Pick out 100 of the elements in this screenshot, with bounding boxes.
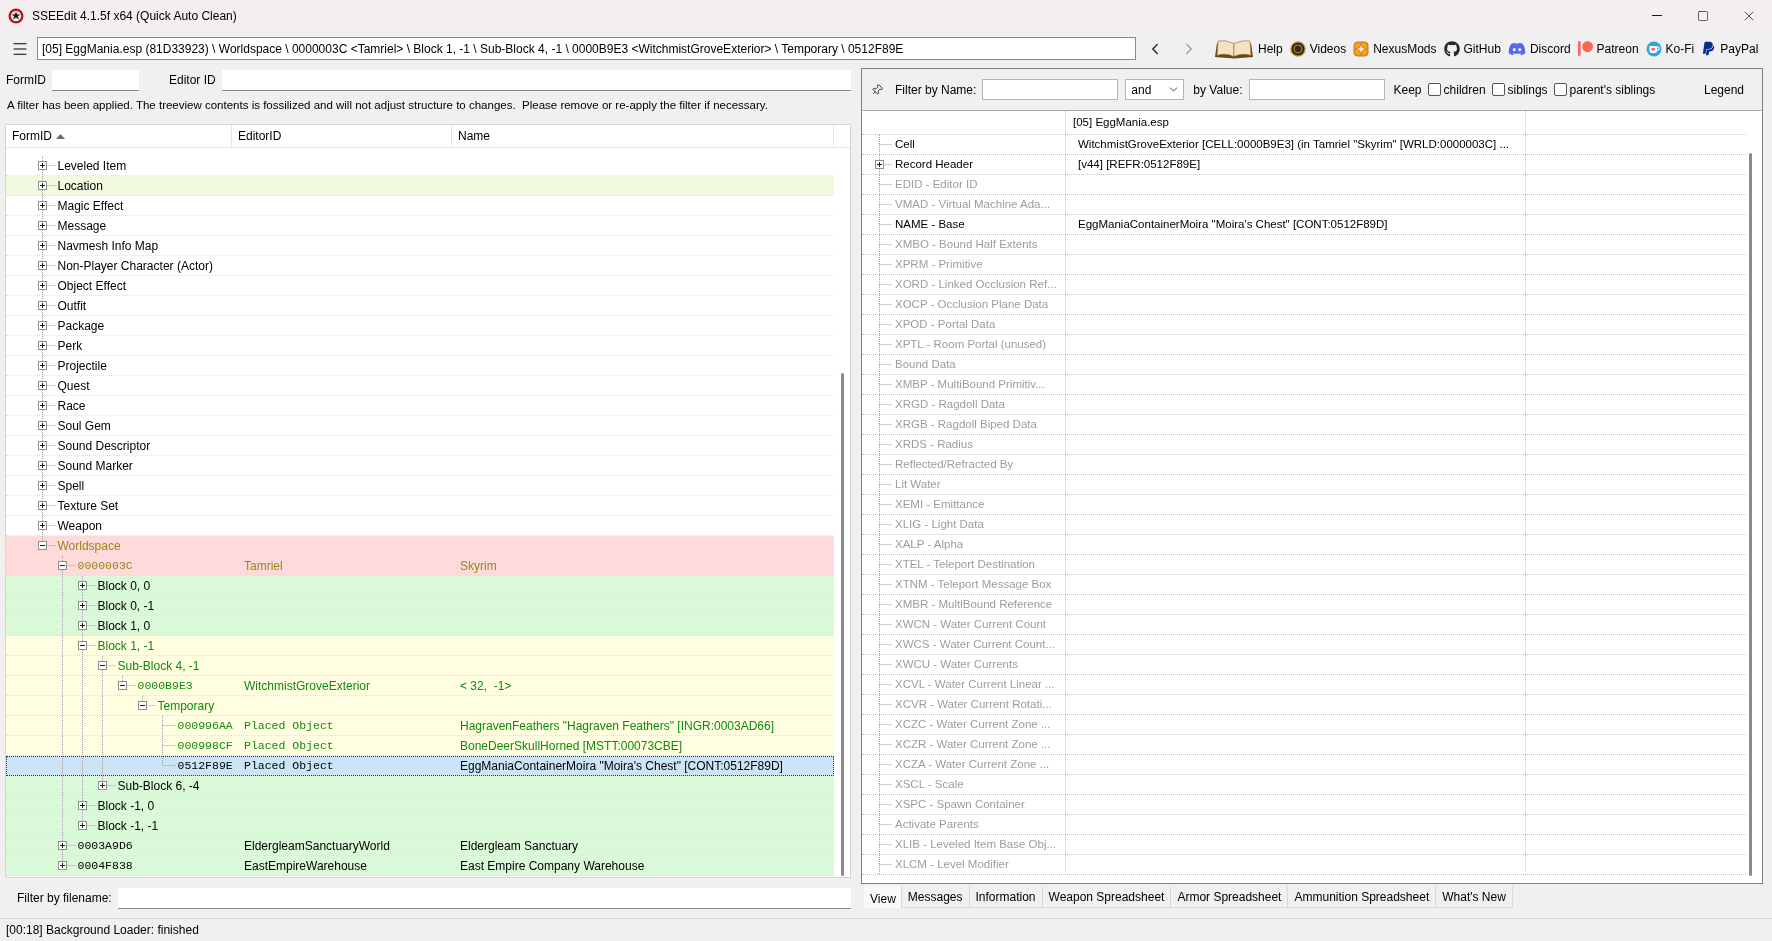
toolbar-link[interactable]: NexusMods xyxy=(1353,39,1437,58)
tree-row[interactable]: Object Effect xyxy=(6,276,834,296)
plus-box-icon[interactable] xyxy=(78,581,87,590)
column-header[interactable]: EditorID xyxy=(232,125,452,147)
tree-row[interactable]: Race xyxy=(6,396,834,416)
tree-item-label[interactable]: Sound Descriptor xyxy=(57,438,151,453)
plus-box-icon[interactable] xyxy=(38,501,47,510)
tree-item-label[interactable]: Race xyxy=(57,398,86,413)
tree-row[interactable]: 0000B9E3 WitchmistGroveExterior < 32, -1> xyxy=(6,676,834,696)
tree-item-label[interactable]: Block 0, -1 xyxy=(97,598,155,613)
plus-box-icon[interactable] xyxy=(875,160,884,169)
editor-id-field[interactable] xyxy=(221,69,851,91)
minus-box-icon[interactable] xyxy=(98,661,107,670)
toolbar-link[interactable]: Videos xyxy=(1289,39,1347,58)
tree-row[interactable]: 0512F89E Placed Object EggManiaContainerMoira "Moira's Chest" [CONT:0512F89D] xyxy=(6,756,834,776)
tree-item-label[interactable]: Soul Gem xyxy=(57,418,111,433)
plus-box-icon[interactable] xyxy=(38,481,47,490)
path-field[interactable]: [05] EggMania.esp (81D33923) \ Worldspace \ 0000003C <Tamriel> \ Block 1, -1 \ Sub-Block 4, -1 \ 0000B9E3 <WitchmistGroveExterior> \ Temporary \ 0512F89E xyxy=(37,37,1136,60)
tree-row[interactable]: Non-Player Character (Actor) xyxy=(6,256,834,276)
tree-item-label[interactable]: Block 1, 0 xyxy=(97,618,151,633)
tree-row[interactable]: Soul Gem xyxy=(6,416,834,436)
toolbar-link[interactable]: Help xyxy=(1214,38,1283,59)
tree-item-label[interactable]: Texture Set xyxy=(57,498,119,513)
plus-box-icon[interactable] xyxy=(38,441,47,450)
name-filter-field[interactable] xyxy=(982,79,1119,100)
minus-box-icon[interactable] xyxy=(58,561,67,570)
plus-box-icon[interactable] xyxy=(38,381,47,390)
plus-box-icon[interactable] xyxy=(78,601,87,610)
plus-box-icon[interactable] xyxy=(38,301,47,310)
tree-row[interactable]: Location xyxy=(6,176,834,196)
tree-item-label[interactable]: Block -1, -1 xyxy=(97,818,159,833)
minus-box-icon[interactable] xyxy=(118,681,127,690)
tree-item-label[interactable]: Package xyxy=(57,318,105,333)
tree-item-label[interactable]: Object Effect xyxy=(57,278,126,293)
toolbar-link[interactable]: Discord xyxy=(1507,39,1571,58)
toolbar-link[interactable]: PayPal xyxy=(1701,39,1759,58)
checkbox-label[interactable]: siblings xyxy=(1507,80,1548,99)
toolbar-link[interactable]: GitHub xyxy=(1443,39,1501,58)
tree-item-label[interactable]: Weapon xyxy=(57,518,102,533)
legend-button[interactable]: Legend xyxy=(1699,78,1748,101)
tree-row[interactable]: 000998CF Placed Object BoneDeerSkullHorned [MSTT:00073CBE] xyxy=(6,736,834,756)
tree-item-label[interactable]: Outfit xyxy=(57,298,87,313)
plus-box-icon[interactable] xyxy=(38,341,47,350)
tree-row[interactable]: Navmesh Info Map xyxy=(6,236,834,256)
column-header[interactable]: Name xyxy=(452,125,834,147)
tree-row[interactable]: Temporary xyxy=(6,696,834,716)
plus-box-icon[interactable] xyxy=(78,801,87,810)
checkbox-label[interactable]: parent's siblings xyxy=(1569,80,1656,99)
tree-item-label[interactable]: Quest xyxy=(57,378,90,393)
tree-row[interactable]: Texture Set xyxy=(6,496,834,516)
tree-item-label[interactable]: Leveled Item xyxy=(57,158,127,173)
form-id-cell[interactable]: 0512F89E xyxy=(177,759,233,773)
tab[interactable]: What's New xyxy=(1435,886,1513,908)
plus-box-icon[interactable] xyxy=(58,841,67,850)
tree-row[interactable]: 000996AA Placed Object HagravenFeathers "Hagraven Feathers" [INGR:0003AD66] xyxy=(6,716,834,736)
tree-item-label[interactable]: Temporary xyxy=(157,698,215,713)
tree-row[interactable]: 0003A9D6 EldergleamSanctuaryWorld Eldergleam Sanctuary xyxy=(6,836,834,856)
toolbar-link[interactable]: Patreon xyxy=(1577,39,1639,58)
tree-row[interactable]: Magic Effect xyxy=(6,196,834,216)
tree-item-label[interactable]: Navmesh Info Map xyxy=(57,238,159,253)
tree-item-label[interactable]: Spell xyxy=(57,478,85,493)
toolbar-link[interactable]: Ko-Fi xyxy=(1645,39,1695,58)
checkbox[interactable] xyxy=(1553,83,1567,96)
tree-item-label[interactable]: Block 1, -1 xyxy=(97,638,155,653)
tree-row[interactable]: Quest xyxy=(6,376,834,396)
tree-row[interactable]: Projectile xyxy=(6,356,834,376)
form-id-field[interactable] xyxy=(52,69,139,91)
tree-item-label[interactable]: Sub-Block 6, -4 xyxy=(117,778,200,793)
plus-box-icon[interactable] xyxy=(38,261,47,270)
plus-box-icon[interactable] xyxy=(38,401,47,410)
field-name[interactable]: NAME - Base xyxy=(895,215,965,234)
tree-row[interactable]: Spell xyxy=(6,476,834,496)
tree-row[interactable]: Block 0, 0 xyxy=(6,576,834,596)
form-id-cell[interactable]: 000998CF xyxy=(177,739,233,753)
plus-box-icon[interactable] xyxy=(38,461,47,470)
checkbox[interactable] xyxy=(1491,83,1505,96)
operator-dropdown[interactable]: and xyxy=(1125,79,1185,100)
tree-row[interactable]: Block 0, -1 xyxy=(6,596,834,616)
minus-box-icon[interactable] xyxy=(138,701,147,710)
tree-item-label[interactable]: Sound Marker xyxy=(57,458,133,473)
form-id-cell[interactable]: 0000B9E3 xyxy=(137,679,193,693)
tree-item-label[interactable]: Perk xyxy=(57,338,83,353)
tree-row[interactable]: Sub-Block 4, -1 xyxy=(6,656,834,676)
tree-row[interactable]: Block -1, -1 xyxy=(6,816,834,836)
plus-box-icon[interactable] xyxy=(38,521,47,530)
tree-row[interactable]: Perk xyxy=(6,336,834,356)
tree-row[interactable]: Sub-Block 6, -4 xyxy=(6,776,834,796)
tree-row[interactable]: Leveled Item xyxy=(6,156,834,176)
minus-box-icon[interactable] xyxy=(38,541,47,550)
scrollbar-thumb[interactable] xyxy=(840,373,844,876)
plus-box-icon[interactable] xyxy=(98,781,107,790)
tree-row[interactable]: Weapon xyxy=(6,516,834,536)
value-filter-field[interactable] xyxy=(1248,79,1385,100)
form-id-cell[interactable]: 000996AA xyxy=(177,719,233,733)
tree-row[interactable]: Message xyxy=(6,216,834,236)
tab[interactable]: View xyxy=(864,886,902,908)
plus-box-icon[interactable] xyxy=(58,861,67,870)
field-name[interactable]: Cell xyxy=(895,135,915,154)
tree-row[interactable]: Package xyxy=(6,316,834,336)
tree-row[interactable]: Outfit xyxy=(6,296,834,316)
